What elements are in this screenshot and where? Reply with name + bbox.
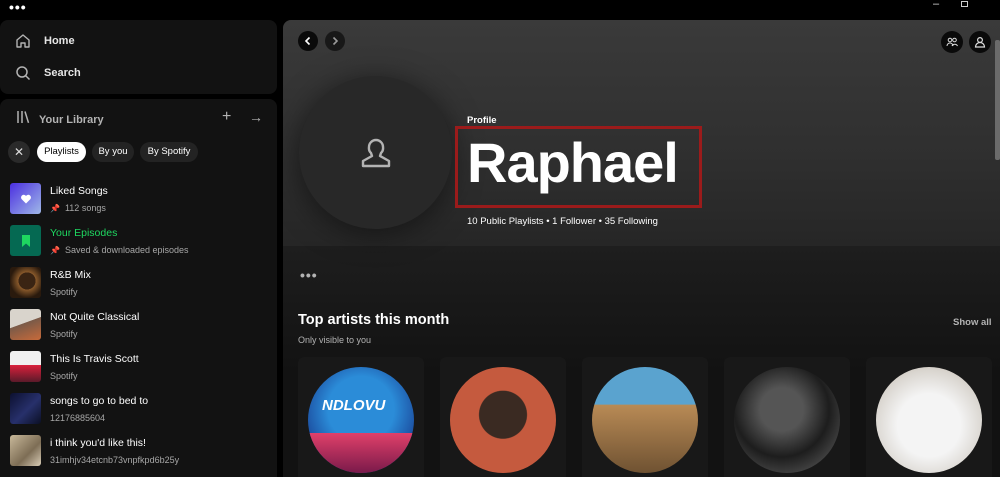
artist-image-text: NDLOVU — [322, 397, 386, 414]
expand-library-button[interactable]: → — [249, 108, 263, 126]
forward-button[interactable] — [325, 31, 345, 51]
playlist-cover — [10, 435, 41, 466]
clear-filter-button[interactable]: ✕ — [8, 141, 30, 163]
nav-search-label: Search — [44, 67, 81, 79]
item-title: i think you'd like this! — [50, 437, 146, 449]
item-title: Not Quite Classical — [50, 311, 140, 323]
playlist-cover — [10, 351, 41, 382]
pin-icon: 📌 — [50, 245, 60, 255]
list-item[interactable]: This Is Travis Scott Spotify — [0, 344, 277, 386]
title-bar: ••• – — [0, 0, 1000, 18]
item-subtitle: 📌 112 songs — [50, 203, 106, 213]
item-subtitle: 📌 Saved & downloaded episodes — [50, 245, 189, 255]
user-menu-button[interactable] — [969, 31, 991, 53]
create-playlist-button[interactable]: + — [222, 108, 236, 126]
item-title: This Is Travis Scott — [50, 353, 139, 365]
artist-image: NDLOVU — [308, 367, 414, 473]
item-title: Your Episodes — [50, 227, 118, 239]
nav-search[interactable]: Search — [14, 63, 81, 83]
item-subtitle: 31imhjv34etcnb73vnpfkpd6b25y — [50, 455, 180, 465]
library-button[interactable]: Your Library — [16, 110, 104, 129]
more-options-button[interactable]: ••• — [300, 268, 318, 282]
home-icon — [14, 32, 32, 50]
chip-by-spotify[interactable]: By Spotify — [140, 142, 198, 162]
profile-type-label: Profile — [467, 115, 497, 126]
main-view: Profile Raphael 10 Public Playlists • 1 … — [283, 20, 1000, 477]
user-placeholder-icon — [361, 138, 390, 167]
artist-image — [876, 367, 982, 473]
list-item[interactable]: i think you'd like this! 31imhjv34etcnb7… — [0, 428, 277, 470]
nav-home[interactable]: Home — [14, 31, 75, 51]
artist-image — [450, 367, 556, 473]
artist-card[interactable] — [866, 357, 992, 477]
playlist-cover — [10, 393, 41, 424]
user-icon — [974, 36, 986, 48]
list-item[interactable]: R&B Mix Spotify — [0, 260, 277, 302]
item-subtitle: Spotify — [50, 287, 78, 297]
chip-playlists[interactable]: Playlists — [37, 142, 86, 162]
list-item[interactable]: Not Quite Classical Spotify — [0, 302, 277, 344]
playlist-cover — [10, 309, 41, 340]
maximize-button[interactable] — [961, 0, 971, 10]
artist-card[interactable] — [724, 357, 850, 477]
list-item[interactable]: Liked Songs 📌 112 songs — [0, 176, 277, 218]
item-subtitle: 12176885604 — [50, 413, 106, 423]
item-subtitle: Spotify — [50, 371, 78, 381]
artist-image — [592, 367, 698, 473]
list-item[interactable]: songs to go to bed to 12176885604 — [0, 386, 277, 428]
item-title: Liked Songs — [50, 185, 108, 197]
profile-stats[interactable]: 10 Public Playlists • 1 Follower • 35 Fo… — [467, 216, 658, 227]
maximize-icon — [961, 1, 968, 7]
highlight-box — [455, 126, 702, 208]
avatar[interactable] — [299, 76, 452, 229]
friend-activity-button[interactable] — [941, 31, 963, 53]
nav-home-label: Home — [44, 35, 75, 47]
scrollbar[interactable] — [995, 40, 1000, 160]
app-menu-button[interactable]: ••• — [9, 0, 27, 14]
library-title: Your Library — [39, 113, 104, 126]
library-icon — [16, 110, 30, 129]
heart-icon — [10, 183, 41, 214]
artist-image — [734, 367, 840, 473]
item-subtitle: Spotify — [50, 329, 78, 339]
section-title[interactable]: Top artists this month — [298, 312, 449, 328]
section-subtitle: Only visible to you — [298, 335, 372, 345]
chip-by-you[interactable]: By you — [92, 142, 134, 162]
bookmark-icon — [10, 225, 41, 256]
search-icon — [14, 64, 32, 82]
artist-card[interactable] — [440, 357, 566, 477]
chevron-left-icon — [304, 36, 311, 46]
pin-icon: 📌 — [50, 203, 60, 213]
show-all-link[interactable]: Show all — [953, 317, 992, 328]
artist-card[interactable]: NDLOVU — [298, 357, 424, 477]
friends-icon — [946, 37, 958, 47]
artist-card[interactable] — [582, 357, 708, 477]
item-title: songs to go to bed to — [50, 395, 149, 407]
item-title: R&B Mix — [50, 269, 91, 281]
playlist-cover — [10, 267, 41, 298]
minimize-button[interactable]: – — [933, 0, 943, 10]
back-button[interactable] — [298, 31, 318, 51]
list-item[interactable]: Your Episodes 📌 Saved & downloaded episod… — [0, 218, 277, 260]
chevron-right-icon — [332, 36, 339, 46]
